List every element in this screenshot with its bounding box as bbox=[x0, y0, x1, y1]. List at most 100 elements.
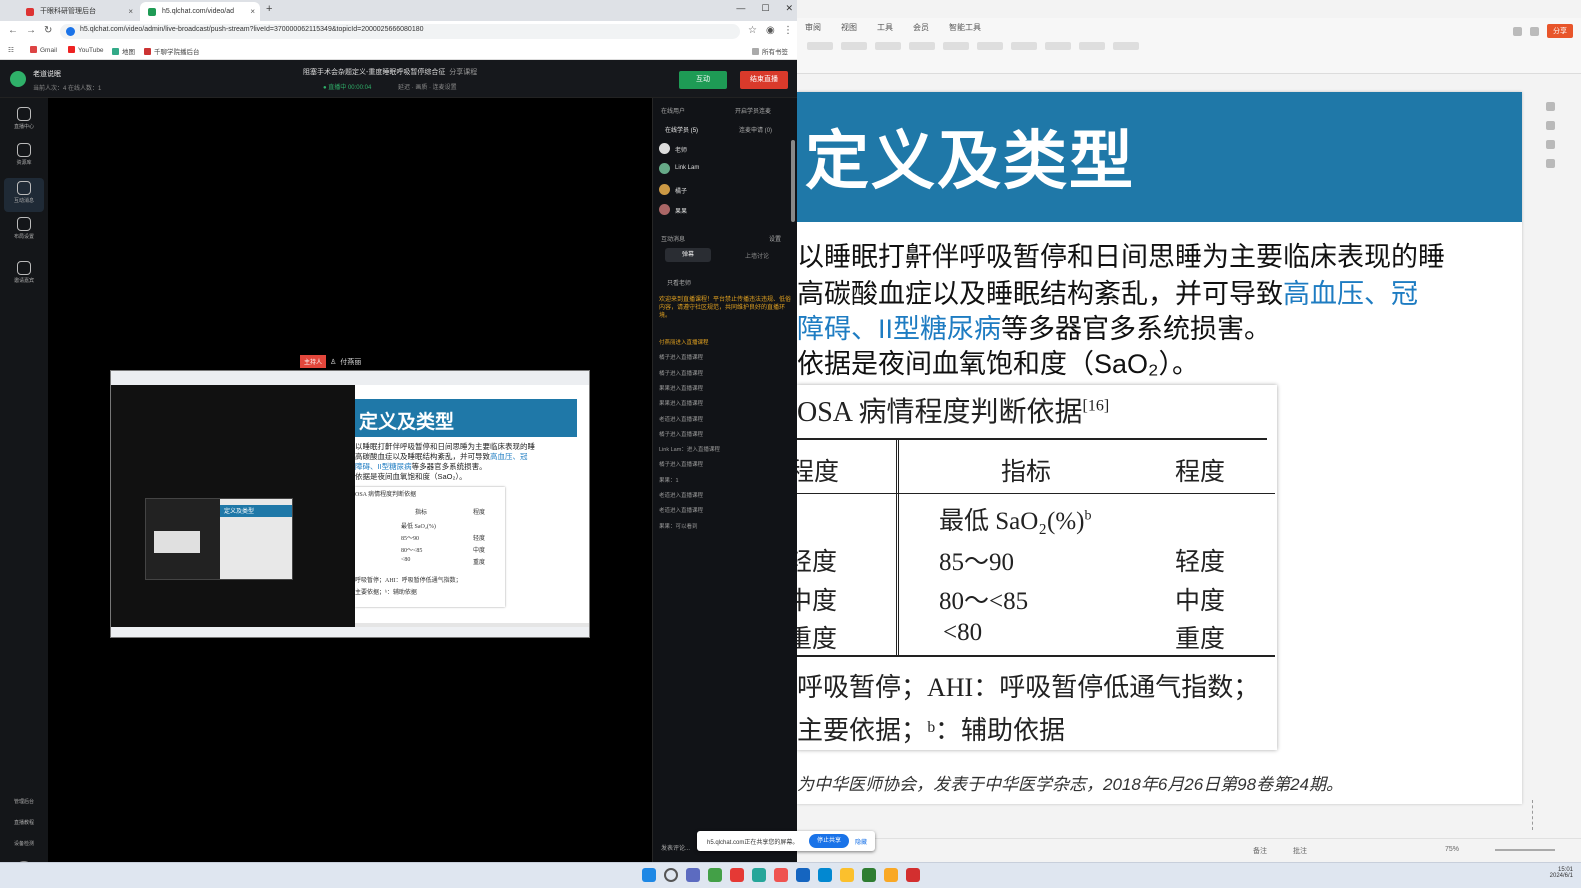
device-check-link[interactable]: 设备检测 bbox=[0, 840, 48, 847]
ppt-menu-ai[interactable]: 智能工具 bbox=[949, 22, 981, 33]
panel-scrollbar[interactable] bbox=[791, 140, 795, 222]
chat-settings[interactable]: 设置 bbox=[769, 234, 781, 243]
minimize-icon[interactable]: — bbox=[736, 3, 745, 14]
stop-sharing-button[interactable]: 停止共享 bbox=[809, 834, 849, 848]
bookmark-maps[interactable]: 地图 bbox=[112, 46, 135, 56]
ribbon-tool[interactable] bbox=[1113, 42, 1139, 50]
bookmark-bar: ☷ Gmail YouTube 地图 千聊学院播后台 所有书签 bbox=[0, 42, 797, 60]
online-user-name: Link Lam bbox=[675, 165, 700, 171]
maps-icon bbox=[112, 48, 119, 55]
ppt-menu-tools[interactable]: 工具 bbox=[877, 22, 893, 33]
screen-share-view[interactable]: 定义及类型 定义及类型 以睡眠打鼾伴呼吸暂停和日间思睡为主要临床表现的睡 高碳酸… bbox=[110, 370, 590, 638]
properties-icon[interactable] bbox=[1545, 102, 1555, 111]
only-teacher-toggle[interactable]: 只看老师 bbox=[667, 278, 691, 287]
maximize-icon[interactable]: ☐ bbox=[761, 3, 769, 14]
all-bookmarks[interactable]: 所有书签 bbox=[752, 46, 788, 56]
start-icon[interactable] bbox=[642, 868, 656, 882]
bookmark-youtube[interactable]: YouTube bbox=[68, 46, 104, 54]
ppt-status-bar: 备注 批注 75% bbox=[797, 838, 1581, 862]
chat-tab-wall[interactable]: 上墙讨论 bbox=[745, 251, 769, 260]
chrome-icon[interactable] bbox=[840, 868, 854, 882]
user-icon[interactable] bbox=[1530, 26, 1539, 36]
reload-icon[interactable]: ↻ bbox=[44, 25, 52, 36]
animation-icon[interactable] bbox=[1545, 159, 1555, 168]
layout-icon[interactable] bbox=[1545, 140, 1555, 149]
table-cell-level: 中度 bbox=[797, 588, 838, 615]
ribbon-tool[interactable] bbox=[977, 42, 1003, 50]
chat-message: 橘子进入直播课程 bbox=[659, 462, 704, 469]
wechat-icon[interactable] bbox=[862, 868, 876, 882]
ppt-share-button[interactable]: 分享 bbox=[1547, 24, 1573, 38]
tab-mic-requests[interactable]: 连麦申请 (0) bbox=[739, 125, 772, 134]
app-icon[interactable] bbox=[686, 868, 700, 882]
guest-mic-toggle[interactable]: 开启学员连麦 bbox=[735, 106, 771, 115]
profile-icon[interactable]: ◉ bbox=[766, 25, 775, 36]
ribbon-tool[interactable] bbox=[841, 42, 867, 50]
close-window-icon[interactable]: ✕ bbox=[785, 3, 793, 14]
end-live-button[interactable]: 结束直播 bbox=[740, 71, 788, 89]
ribbon-tool[interactable] bbox=[909, 42, 935, 50]
apps-icon[interactable]: ☷ bbox=[8, 46, 14, 54]
star-icon[interactable] bbox=[1545, 121, 1555, 130]
bell-icon[interactable] bbox=[1513, 26, 1522, 36]
ppt-menu-view[interactable]: 视图 bbox=[841, 22, 857, 33]
share-course-link[interactable]: 分享课程 bbox=[449, 69, 477, 76]
ribbon-tool[interactable] bbox=[875, 42, 901, 50]
address-bar[interactable]: h5.qlchat.com/video/admin/live-broadcast… bbox=[60, 24, 740, 39]
tab-online-students[interactable]: 在线学员 (5) bbox=[665, 125, 698, 134]
app-icon[interactable] bbox=[818, 868, 832, 882]
bookmark-gmail[interactable]: Gmail bbox=[30, 46, 57, 54]
severity-table-image[interactable]: OSA 病情程度判断依据[16] 程度 指标 程度 最低 SaO₂(%)b 轻度… bbox=[797, 385, 1277, 750]
forward-icon[interactable]: → bbox=[26, 25, 36, 36]
app-icon[interactable] bbox=[752, 868, 766, 882]
ppt-scrollbar[interactable] bbox=[1532, 800, 1538, 830]
close-icon[interactable]: × bbox=[128, 2, 133, 21]
zoom-level[interactable]: 75% bbox=[1445, 846, 1459, 853]
bookmark-star-icon[interactable]: ☆ bbox=[748, 25, 757, 36]
app-icon[interactable] bbox=[774, 868, 788, 882]
folder-icon[interactable] bbox=[884, 868, 898, 882]
ppt-menu-member[interactable]: 会员 bbox=[913, 22, 929, 33]
rail-item-resources[interactable]: 资源库 bbox=[4, 140, 44, 174]
new-tab-icon[interactable]: + bbox=[266, 3, 272, 15]
site-info-icon[interactable] bbox=[66, 27, 75, 36]
tutorial-link[interactable]: 直播教程 bbox=[0, 819, 48, 826]
browser-tab[interactable]: 干眼科研管理后台 × bbox=[18, 2, 138, 21]
ribbon-tool[interactable] bbox=[1045, 42, 1071, 50]
chat-welcome: 欢迎来到直播课程！平台禁止传播违法违规、低俗内容，请遵守社区规范，共同维护良好的… bbox=[659, 297, 792, 319]
app-icon[interactable] bbox=[796, 868, 810, 882]
slide-canvas[interactable]: 定义及类型 以睡眠打鼾伴呼吸暂停和日间思睡为主要临床表现的睡 高碳酸血症以及睡眠… bbox=[797, 92, 1522, 804]
ppt-menu-review[interactable]: 审阅 bbox=[805, 22, 821, 33]
slide-body-line: 以睡眠打鼾伴呼吸暂停和日间思睡为主要临床表现的睡 bbox=[797, 242, 1445, 272]
live-settings-links[interactable]: 延迟 · 画质 · 连麦设置 bbox=[398, 82, 457, 91]
rail-item-invite[interactable]: 邀请嘉宾 bbox=[4, 258, 44, 292]
hide-notice-button[interactable]: 隐藏 bbox=[855, 837, 867, 846]
interact-button[interactable]: 互动 bbox=[679, 71, 727, 89]
rail-item-live-center[interactable]: 直播中心 bbox=[4, 104, 44, 138]
chat-input[interactable]: 发表评论... bbox=[661, 843, 690, 852]
close-icon[interactable]: × bbox=[250, 2, 255, 21]
ribbon-tool[interactable] bbox=[1011, 42, 1037, 50]
app-icon[interactable] bbox=[730, 868, 744, 882]
shared-table-cell: 中度 bbox=[473, 548, 486, 554]
browser-tab-active[interactable]: h5.qlchat.com/video/ad × bbox=[140, 2, 260, 21]
comments-button[interactable]: 批注 bbox=[1293, 846, 1307, 856]
ribbon-tool[interactable] bbox=[1079, 42, 1105, 50]
ribbon-tool[interactable] bbox=[943, 42, 969, 50]
system-tray[interactable]: 15:01 2024/6/1 bbox=[1550, 867, 1573, 879]
notes-button[interactable]: 备注 bbox=[1253, 846, 1267, 856]
menu-icon[interactable]: ⋮ bbox=[783, 25, 793, 36]
rail-item-messages[interactable]: 互动消息 bbox=[4, 178, 44, 212]
back-icon[interactable]: ← bbox=[8, 25, 18, 36]
wps-icon[interactable] bbox=[906, 868, 920, 882]
app-icon[interactable] bbox=[708, 868, 722, 882]
table-subheader: 最低 SaO₂(%)b bbox=[939, 501, 1092, 537]
ribbon-tool[interactable] bbox=[807, 42, 833, 50]
online-users-header[interactable]: 在线用户 bbox=[661, 106, 685, 115]
search-icon[interactable] bbox=[664, 868, 678, 882]
zoom-slider[interactable] bbox=[1495, 849, 1555, 851]
rail-item-layout[interactable]: 布局设置 bbox=[4, 214, 44, 248]
admin-link[interactable]: 管理后台 bbox=[0, 798, 48, 805]
chat-tab-danmaku[interactable]: 弹幕 bbox=[665, 248, 711, 262]
bookmark-admin[interactable]: 千聊学院播后台 bbox=[144, 46, 200, 56]
